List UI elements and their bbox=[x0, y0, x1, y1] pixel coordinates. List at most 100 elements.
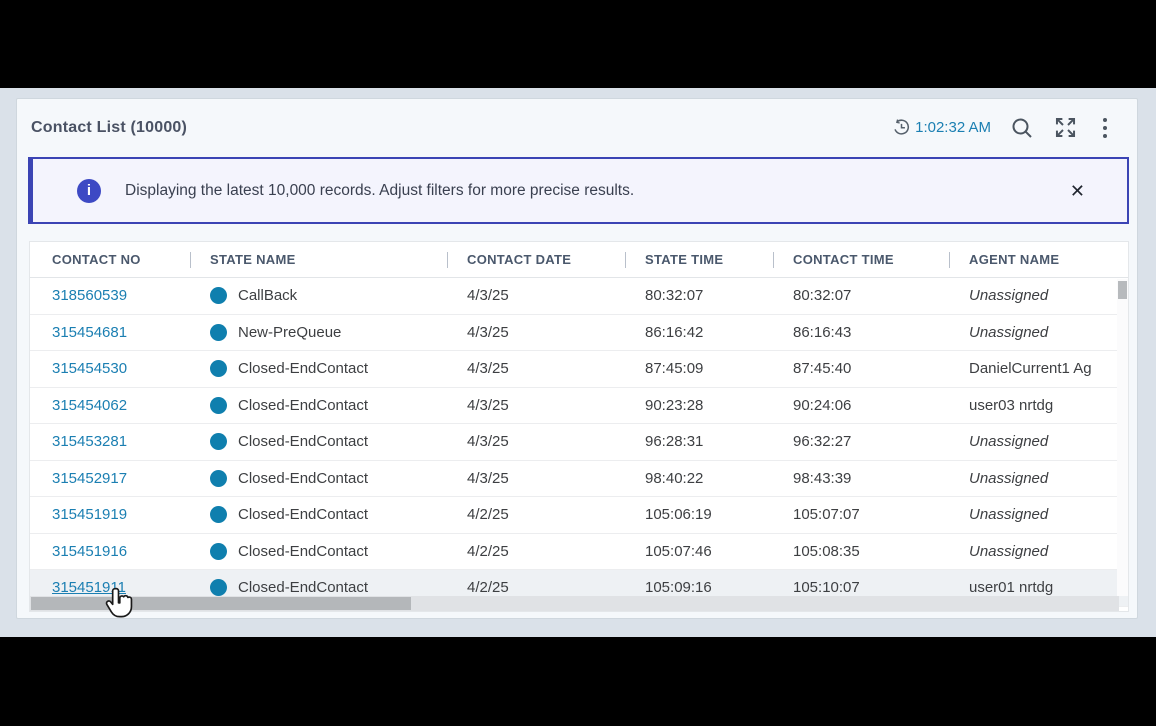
state-time-cell: 98:40:22 bbox=[625, 470, 773, 487]
kebab-menu-icon[interactable] bbox=[1097, 116, 1113, 140]
contact-number-link[interactable]: 315452917 bbox=[52, 470, 127, 487]
state-name-label: Closed-EndContact bbox=[238, 506, 368, 523]
column-header-agent-name[interactable]: AGENT NAME bbox=[949, 252, 1128, 267]
table-row[interactable]: 315454530Closed-EndContact4/3/2587:45:09… bbox=[30, 351, 1128, 388]
state-time-cell: 96:28:31 bbox=[625, 433, 773, 450]
contact-number-link[interactable]: 315454681 bbox=[52, 324, 127, 341]
table-row[interactable]: 315454062 Closed-EndContact 4/3/2590:23:28… bbox=[30, 388, 1128, 425]
state-name-cell: Closed-EndContact bbox=[190, 506, 447, 523]
column-header-state-time[interactable]: STATE TIME bbox=[625, 252, 773, 267]
contact-date-cell: 4/3/25 bbox=[447, 324, 625, 341]
contact-date-cell: 4/2/25 bbox=[447, 579, 625, 596]
info-banner: i Displaying the latest 10,000 records. … bbox=[28, 157, 1129, 224]
banner-message: Displaying the latest 10,000 records. Ad… bbox=[125, 182, 634, 200]
table-row[interactable]: 315453281Closed-EndContact4/3/2596:28:31… bbox=[30, 424, 1128, 461]
column-header-contact-date[interactable]: CONTACT DATE bbox=[447, 252, 625, 267]
horizontal-scrollbar-thumb[interactable] bbox=[31, 597, 411, 610]
state-name-cell: Closed-EndContact bbox=[190, 397, 447, 414]
state-name-cell: New-PreQueue bbox=[190, 324, 447, 341]
expand-icon[interactable] bbox=[1053, 115, 1078, 140]
agent-name-label: user01 nrtdg bbox=[969, 579, 1053, 596]
column-header-contact-no[interactable]: CONTACT NO bbox=[30, 252, 190, 267]
state-name-label: Closed-EndContact bbox=[238, 397, 368, 414]
state-dot-icon bbox=[210, 433, 227, 450]
vertical-scrollbar[interactable] bbox=[1117, 279, 1128, 596]
close-icon[interactable]: ✕ bbox=[1070, 182, 1085, 200]
agent-name-cell: Unassigned bbox=[949, 543, 1128, 560]
search-icon[interactable] bbox=[1010, 116, 1034, 140]
state-name-label: Closed-EndContact bbox=[238, 579, 368, 596]
contact-no-cell: 315451911 bbox=[30, 579, 190, 596]
contact-number-link[interactable]: 315454530 bbox=[52, 360, 127, 377]
contact-date-cell: 4/3/25 bbox=[447, 397, 625, 414]
agent-name-label: Unassigned bbox=[969, 433, 1048, 450]
table-row[interactable]: 315454681New-PreQueue4/3/2586:16:4286:16… bbox=[30, 315, 1128, 352]
page-title: Contact List (10000) bbox=[31, 119, 187, 137]
agent-name-label: Unassigned bbox=[969, 543, 1048, 560]
table-row[interactable]: 315451919Closed-EndContact4/2/25105:06:1… bbox=[30, 497, 1128, 534]
state-name-cell: Closed-EndContact bbox=[190, 579, 447, 596]
contact-no-cell: 315454062 bbox=[30, 397, 190, 414]
contact-number-link[interactable]: 315454062 bbox=[52, 397, 127, 414]
contact-no-cell: 315453281 bbox=[30, 433, 190, 450]
contact-date-cell: 4/3/25 bbox=[447, 287, 625, 304]
agent-name-cell: user01 nrtdg bbox=[949, 579, 1128, 596]
state-time-cell: 90:23:28 bbox=[625, 397, 773, 414]
contact-time-cell: 105:07:07 bbox=[773, 506, 949, 523]
horizontal-scrollbar[interactable] bbox=[30, 596, 1119, 611]
table-row[interactable]: 318560539CallBack4/3/2580:32:0780:32:07U… bbox=[30, 278, 1128, 315]
agent-name-label: Unassigned bbox=[969, 324, 1048, 341]
contact-number-link[interactable]: 315451916 bbox=[52, 543, 127, 560]
contact-date-cell: 4/3/25 bbox=[447, 360, 625, 377]
vertical-scrollbar-thumb[interactable] bbox=[1118, 281, 1127, 299]
widget-header: Contact List (10000) 1:02:32 AM bbox=[17, 99, 1137, 156]
state-name-label: New-PreQueue bbox=[238, 324, 341, 341]
state-dot-icon bbox=[210, 543, 227, 560]
contact-time-cell: 105:08:35 bbox=[773, 543, 949, 560]
state-time-cell: 80:32:07 bbox=[625, 287, 773, 304]
state-dot-icon bbox=[210, 470, 227, 487]
agent-name-label: Unassigned bbox=[969, 470, 1048, 487]
state-name-label: CallBack bbox=[238, 287, 297, 304]
column-header-contact-time[interactable]: CONTACT TIME bbox=[773, 252, 949, 267]
contact-number-link[interactable]: 315451911 bbox=[52, 579, 126, 596]
state-name-label: Closed-EndContact bbox=[238, 433, 368, 450]
contact-date-cell: 4/2/25 bbox=[447, 543, 625, 560]
state-name-label: Closed-EndContact bbox=[238, 543, 368, 560]
table-row[interactable]: 315451916Closed-EndContact4/2/25105:07:4… bbox=[30, 534, 1128, 571]
state-dot-icon bbox=[210, 579, 227, 596]
state-dot-icon bbox=[210, 287, 227, 304]
agent-name-cell: DanielCurrent1 Ag bbox=[949, 360, 1128, 377]
contact-no-cell: 318560539 bbox=[30, 287, 190, 304]
state-name-cell: Closed-EndContact bbox=[190, 543, 447, 560]
contact-date-cell: 4/3/25 bbox=[447, 470, 625, 487]
agent-name-cell: Unassigned bbox=[949, 506, 1128, 523]
table-row[interactable]: 315452917 Closed-EndContact 4/3/2598:40:22… bbox=[30, 461, 1128, 498]
table-header-row: CONTACT NOSTATE NAMECONTACT DATESTATE TI… bbox=[30, 242, 1128, 278]
contact-number-link[interactable]: 315451919 bbox=[52, 506, 127, 523]
agent-name-cell: Unassigned bbox=[949, 287, 1128, 304]
contact-time-cell: 90:24:06 bbox=[773, 397, 949, 414]
agent-name-cell: Unassigned bbox=[949, 324, 1128, 341]
contact-time-cell: 96:32:27 bbox=[773, 433, 949, 450]
state-name-label: Closed-EndContact bbox=[238, 470, 368, 487]
state-dot-icon bbox=[210, 506, 227, 523]
state-name-label: Closed-EndContact bbox=[238, 360, 368, 377]
agent-name-label: user03 nrtdg bbox=[969, 397, 1053, 414]
agent-name-label: Unassigned bbox=[969, 287, 1048, 304]
contact-time-cell: 86:16:43 bbox=[773, 324, 949, 341]
contact-time-cell: 80:32:07 bbox=[773, 287, 949, 304]
contact-number-link[interactable]: 315453281 bbox=[52, 433, 127, 450]
contact-list-widget: Contact List (10000) 1:02:32 AM bbox=[16, 98, 1138, 619]
history-clock-icon bbox=[892, 118, 911, 137]
column-header-state-name[interactable]: STATE NAME bbox=[190, 252, 447, 267]
state-time-cell: 105:06:19 bbox=[625, 506, 773, 523]
state-name-cell: Closed-EndContact bbox=[190, 470, 447, 487]
agent-name-cell: Unassigned bbox=[949, 433, 1128, 450]
contact-number-link[interactable]: 318560539 bbox=[52, 287, 127, 304]
contact-no-cell: 315451916 bbox=[30, 543, 190, 560]
refresh-time-group[interactable]: 1:02:32 AM bbox=[892, 118, 991, 137]
agent-name-cell: Unassigned bbox=[949, 470, 1128, 487]
agent-name-label: DanielCurrent1 Ag bbox=[969, 360, 1092, 377]
contact-time-cell: 98:43:39 bbox=[773, 470, 949, 487]
